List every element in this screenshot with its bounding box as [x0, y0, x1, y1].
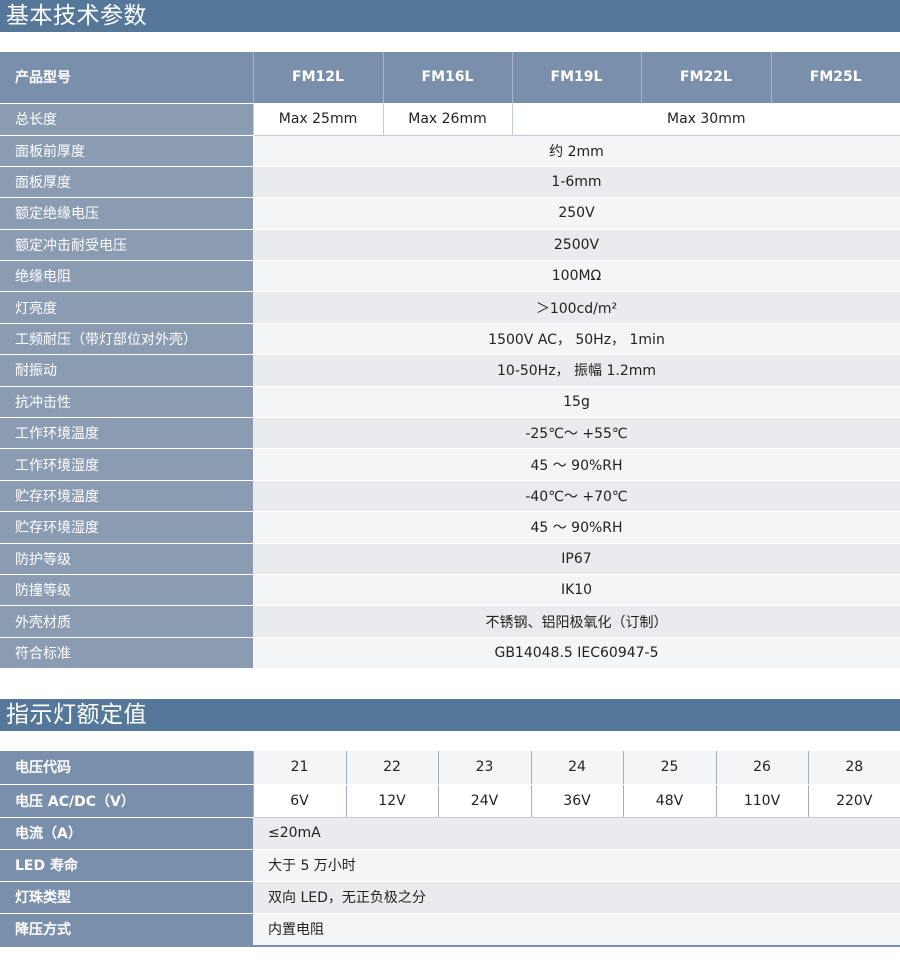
row-value: 45 ～ 90%RH — [253, 448, 900, 481]
table-row: 工作环境湿度 45 ～ 90%RH — [0, 448, 900, 481]
row-value: 100MΩ — [253, 260, 900, 293]
table-row: 抗冲击性 15g — [0, 386, 900, 419]
row-label: 符合标准 — [0, 637, 253, 670]
row-label: 抗冲击性 — [0, 386, 253, 419]
row-label: 外壳材质 — [0, 605, 253, 638]
row-label: 总长度 — [0, 103, 253, 136]
table-row: 防护等级 IP67 — [0, 543, 900, 575]
voltage-code: 28 — [807, 751, 900, 785]
voltage-code: 23 — [437, 751, 531, 785]
table-row: 贮存环境湿度 45 ～ 90%RH — [0, 511, 900, 544]
section-title-lamp-rating: 指示灯额定值 — [0, 699, 900, 731]
voltage-row: 电压 AC/DC（V） 6V 12V 24V 36V 48V 110V 220V — [0, 784, 900, 818]
row-label: 贮存环境湿度 — [0, 511, 253, 544]
tech-params-table: 产品型号 FM12L FM16L FM19L FM22L FM25L 总长度 M… — [0, 52, 900, 670]
table-row: 符合标准 GB14048.5 IEC60947-5 — [0, 637, 900, 670]
row-label: 灯珠类型 — [0, 881, 253, 914]
voltage-value: 12V — [345, 784, 438, 818]
table-row: 灯珠类型 双向 LED，无正负极之分 — [0, 881, 900, 914]
table-row: 面板前厚度 约 2mm — [0, 135, 900, 167]
model-name: FM25L — [770, 52, 900, 104]
row-label: 灯亮度 — [0, 291, 253, 324]
model-name: FM16L — [382, 52, 512, 104]
voltage-value: 220V — [807, 784, 900, 818]
row-value: 不锈钢、铝阳极氧化（订制） — [253, 605, 900, 638]
voltage-code: 22 — [345, 751, 438, 785]
table-row: 贮存环境温度 -40℃～ +70℃ — [0, 480, 900, 513]
row-value: 15g — [253, 386, 900, 419]
lamp-rating-table: 电压代码 21 22 23 24 25 26 28 电压 AC/DC（V） 6V… — [0, 751, 900, 946]
row-value: 1500V AC， 50Hz， 1min — [253, 323, 900, 356]
table-row: 工频耐压（带灯部位对外壳） 1500V AC， 50Hz， 1min — [0, 323, 900, 356]
row-label: 额定冲击耐受电压 — [0, 229, 253, 262]
row-value: IP67 — [253, 543, 900, 575]
row-value: IK10 — [253, 574, 900, 607]
row-label: 电压代码 — [0, 751, 253, 785]
row-value: 大于 5 万小时 — [253, 849, 900, 882]
table-row: 外壳材质 不锈钢、铝阳极氧化（订制） — [0, 605, 900, 638]
table-row: 防撞等级 IK10 — [0, 574, 900, 607]
table-row: 额定冲击耐受电压 2500V — [0, 229, 900, 262]
bottom-divider — [0, 945, 900, 947]
model-name: FM22L — [640, 52, 771, 104]
row-label: LED 寿命 — [0, 849, 253, 882]
section-title-tech-params: 基本技术参数 — [0, 0, 900, 32]
length-row: 总长度 Max 25mm Max 26mm Max 30mm — [0, 103, 900, 136]
row-label: 工作环境温度 — [0, 417, 253, 450]
voltage-value: 6V — [252, 784, 346, 818]
voltage-value: 36V — [530, 784, 623, 818]
voltage-code: 26 — [715, 751, 808, 785]
row-label: 电流（A） — [0, 817, 253, 850]
row-value: 250V — [253, 197, 900, 230]
table-row: 耐振动 10-50Hz， 振幅 1.2mm — [0, 354, 900, 387]
row-value: ＞100cd/m² — [253, 291, 900, 324]
table-row: 降压方式 内置电阻 — [0, 913, 900, 946]
row-value: -25℃～ +55℃ — [253, 417, 900, 450]
table-row: 电流（A） ≤20mA — [0, 817, 900, 850]
voltage-code: 25 — [622, 751, 716, 785]
table-row: 灯亮度 ＞100cd/m² — [0, 291, 900, 324]
row-value: GB14048.5 IEC60947-5 — [253, 637, 900, 670]
row-label: 耐振动 — [0, 354, 253, 387]
voltage-value: 48V — [622, 784, 716, 818]
row-value: 1-6mm — [253, 166, 900, 199]
row-value: 10-50Hz， 振幅 1.2mm — [253, 354, 900, 387]
row-value: 双向 LED，无正负极之分 — [253, 881, 900, 914]
row-label: 降压方式 — [0, 913, 253, 946]
row-label: 面板前厚度 — [0, 135, 253, 167]
voltage-code-row: 电压代码 21 22 23 24 25 26 28 — [0, 751, 900, 785]
table-row: 额定绝缘电压 250V — [0, 197, 900, 230]
model-name: FM12L — [252, 52, 383, 104]
voltage-value: 110V — [715, 784, 808, 818]
row-label: 额定绝缘电压 — [0, 197, 253, 230]
row-label: 防护等级 — [0, 543, 253, 575]
voltage-code: 24 — [530, 751, 623, 785]
table-row: 面板厚度 1-6mm — [0, 166, 900, 199]
model-header-label: 产品型号 — [0, 52, 253, 104]
row-label: 电压 AC/DC（V） — [0, 784, 253, 818]
row-value: 2500V — [253, 229, 900, 262]
row-label: 面板厚度 — [0, 166, 253, 199]
row-label: 绝缘电阻 — [0, 260, 253, 293]
model-name: FM19L — [511, 52, 641, 104]
row-label: 防撞等级 — [0, 574, 253, 607]
row-value: 约 2mm — [253, 135, 900, 167]
row-value: -40℃～ +70℃ — [253, 480, 900, 513]
length-value: Max 25mm — [252, 103, 383, 136]
length-value: Max 30mm — [511, 103, 900, 136]
row-value: 45 ～ 90%RH — [253, 511, 900, 544]
row-value: ≤20mA — [253, 817, 900, 850]
voltage-code: 21 — [252, 751, 346, 785]
length-value: Max 26mm — [382, 103, 512, 136]
row-label: 工作环境湿度 — [0, 448, 253, 481]
row-label: 贮存环境温度 — [0, 480, 253, 513]
row-value: 内置电阻 — [253, 913, 900, 946]
row-label: 工频耐压（带灯部位对外壳） — [0, 323, 253, 356]
table-row: LED 寿命 大于 5 万小时 — [0, 849, 900, 882]
table-row: 工作环境温度 -25℃～ +55℃ — [0, 417, 900, 450]
model-header-row: 产品型号 FM12L FM16L FM19L FM22L FM25L — [0, 52, 900, 104]
table-row: 绝缘电阻 100MΩ — [0, 260, 900, 293]
voltage-value: 24V — [437, 784, 531, 818]
